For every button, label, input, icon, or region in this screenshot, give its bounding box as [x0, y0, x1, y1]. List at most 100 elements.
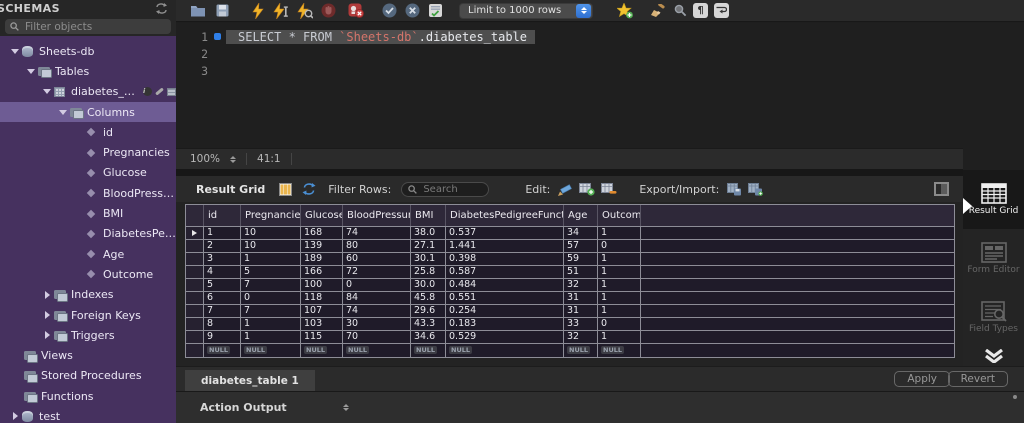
grid-cell[interactable]: 30.0: [411, 279, 446, 291]
chevron-down-icon[interactable]: [24, 69, 38, 74]
grid-cell[interactable]: 7: [241, 279, 301, 291]
grid-cell[interactable]: 0.587: [446, 266, 564, 278]
resize-handle[interactable]: [1013, 395, 1017, 399]
grid-cell[interactable]: 59: [564, 253, 598, 265]
tree-item-diabetes-table[interactable]: diabetes_tablei: [0, 82, 176, 102]
grid-cell[interactable]: 1: [241, 253, 301, 265]
grid-cell[interactable]: 43.3: [411, 318, 446, 330]
tree-item-triggers[interactable]: Triggers: [0, 325, 176, 345]
grid-cell[interactable]: 0.254: [446, 305, 564, 317]
null-insert-row[interactable]: NULLNULLNULLNULLNULLNULLNULLNULL: [186, 344, 954, 357]
tree-item-sheets-db[interactable]: Sheets-db: [0, 41, 176, 61]
grid-cell[interactable]: 34: [564, 227, 598, 239]
grid-column-header-bloodpressure[interactable]: BloodPressure: [343, 205, 411, 226]
chevron-right-icon[interactable]: [8, 412, 22, 420]
grid-cell[interactable]: 60: [343, 253, 411, 265]
autocommit-icon[interactable]: [428, 2, 443, 19]
grid-cell[interactable]: 1: [241, 331, 301, 343]
grid-column-header-diabetespedigreefuncti[interactable]: DiabetesPedigreeFuncti...: [446, 205, 564, 226]
tab-form-editor[interactable]: Form Editor: [963, 229, 1024, 288]
grid-cell[interactable]: 0: [598, 240, 641, 252]
tree-item-age[interactable]: Age: [0, 244, 176, 264]
tree-item-glucose[interactable]: Glucose: [0, 163, 176, 183]
grid-cell[interactable]: 0: [343, 279, 411, 291]
grid-column-header-age[interactable]: Age: [564, 205, 598, 226]
grid-cell[interactable]: 0: [598, 318, 641, 330]
grid-cell[interactable]: 139: [301, 240, 343, 252]
grid-cell[interactable]: 0.484: [446, 279, 564, 291]
editor-line-3[interactable]: 3: [176, 62, 1024, 79]
grid-null-cell[interactable]: NULL: [598, 344, 641, 357]
grid-column-header-id[interactable]: id: [204, 205, 241, 226]
grid-cell[interactable]: 0.398: [446, 253, 564, 265]
chevron-right-icon[interactable]: [40, 311, 54, 319]
grid-cell[interactable]: 70: [343, 331, 411, 343]
table-row[interactable]: 451667225.80.587511: [186, 266, 954, 279]
grid-cell[interactable]: 5: [204, 279, 241, 291]
grid-cell[interactable]: 0.183: [446, 318, 564, 330]
export-icon[interactable]: [727, 181, 742, 198]
find-icon[interactable]: [674, 2, 687, 19]
grid-cell[interactable]: 5: [241, 266, 301, 278]
grid-cell[interactable]: 4: [204, 266, 241, 278]
table-row[interactable]: 771077429.60.254311: [186, 305, 954, 318]
chevron-down-icon[interactable]: [40, 89, 54, 94]
revert-button[interactable]: Revert: [948, 371, 1008, 387]
apply-button[interactable]: Apply: [894, 371, 950, 387]
table-row[interactable]: 601188445.80.551311: [186, 292, 954, 305]
tree-item-functions[interactable]: Functions: [0, 386, 176, 406]
grid-cell[interactable]: 38.0: [411, 227, 446, 239]
open-file-icon[interactable]: [190, 2, 206, 19]
grid-cell[interactable]: 27.1: [411, 240, 446, 252]
filter-rows-input[interactable]: [421, 183, 482, 196]
grid-cell[interactable]: 0.537: [446, 227, 564, 239]
limit-rows-dropdown[interactable]: Limit to 1000 rows: [459, 3, 593, 19]
grid-null-cell[interactable]: NULL: [411, 344, 446, 357]
tree-item-outcome[interactable]: Outcome: [0, 264, 176, 284]
tree-item-diabetespedig[interactable]: DiabetesPedig...: [0, 224, 176, 244]
grid-cell[interactable]: 1: [598, 266, 641, 278]
schema-filter-input[interactable]: [23, 20, 166, 34]
grid-cell[interactable]: 7: [241, 305, 301, 317]
save-icon[interactable]: [216, 2, 229, 19]
collapse-sidebar-chevron-icon[interactable]: [963, 347, 1024, 365]
grid-cell[interactable]: 8: [204, 318, 241, 330]
grid-cell[interactable]: 30.1: [411, 253, 446, 265]
tree-item-foreign-keys[interactable]: Foreign Keys: [0, 305, 176, 325]
grid-cell[interactable]: 0: [241, 292, 301, 304]
tree-item-columns[interactable]: Columns: [0, 102, 176, 122]
tree-item-pregnancies[interactable]: Pregnancies: [0, 142, 176, 162]
sync-schemas-icon[interactable]: [155, 3, 168, 14]
execute-current-icon[interactable]: [273, 2, 289, 19]
grid-cell[interactable]: 31: [564, 305, 598, 317]
stop-icon[interactable]: [321, 2, 336, 19]
grid-cell[interactable]: 74: [343, 305, 411, 317]
grid-cell[interactable]: 0.551: [446, 292, 564, 304]
result-grid[interactable]: idPregnanciesGlucoseBloodPressureBMIDiab…: [185, 204, 955, 358]
grid-cell[interactable]: 10: [241, 227, 301, 239]
grid-column-header-outcome[interactable]: Outcome: [598, 205, 641, 226]
grid-cell[interactable]: 189: [301, 253, 343, 265]
grid-cell[interactable]: 2: [204, 240, 241, 252]
chevron-down-icon[interactable]: [8, 49, 22, 54]
grid-null-cell[interactable]: NULL: [564, 344, 598, 357]
add-row-icon[interactable]: [579, 181, 595, 198]
import-icon[interactable]: [748, 181, 763, 198]
grid-cell[interactable]: 45.8: [411, 292, 446, 304]
grid-cell[interactable]: 32: [564, 331, 598, 343]
grid-cell[interactable]: 84: [343, 292, 411, 304]
table-row[interactable]: 911157034.60.529321: [186, 331, 954, 344]
wrap-cell-content-icon[interactable]: [934, 182, 949, 196]
grid-cell[interactable]: 1: [598, 253, 641, 265]
filter-rows-search[interactable]: [401, 182, 489, 197]
wrap-text-icon[interactable]: [714, 3, 729, 18]
grid-null-cell[interactable]: NULL: [204, 344, 241, 357]
grid-null-cell[interactable]: NULL: [446, 344, 564, 357]
grid-cell[interactable]: 33: [564, 318, 598, 330]
tree-item-test[interactable]: test: [0, 406, 176, 423]
grid-cell[interactable]: 1: [241, 318, 301, 330]
grid-cell[interactable]: 1: [598, 331, 641, 343]
grid-cell[interactable]: 1: [598, 305, 641, 317]
grid-cell[interactable]: 74: [343, 227, 411, 239]
grid-cell[interactable]: 32: [564, 279, 598, 291]
